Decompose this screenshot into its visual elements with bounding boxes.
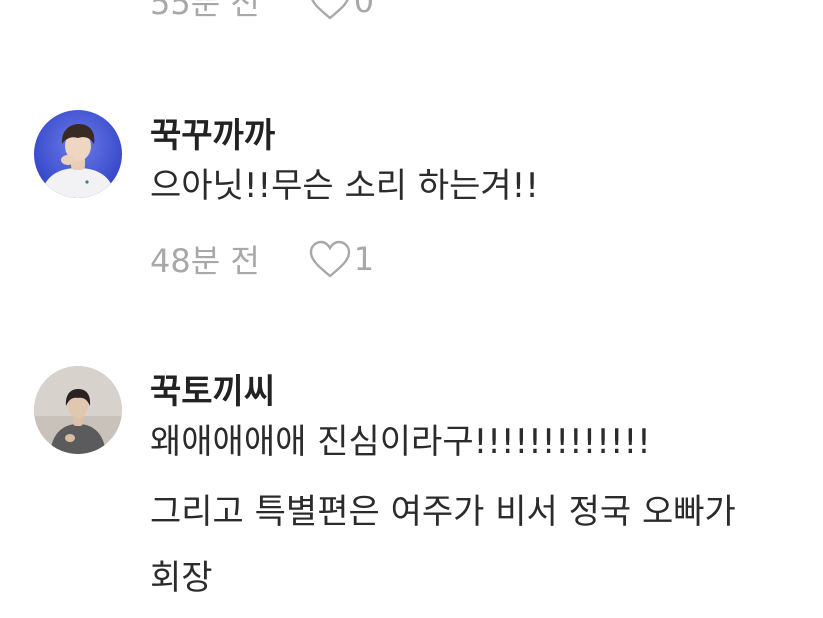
comment-meta: 48분 전 1 bbox=[150, 236, 374, 282]
avatar[interactable] bbox=[34, 366, 122, 454]
comment-time: 55분 전 bbox=[150, 0, 260, 22]
comment-username[interactable]: 꾹토끼씨 bbox=[150, 364, 275, 413]
comment-text-line: 회장 bbox=[150, 558, 213, 598]
comment-text-line: 왜애애애애 진심이라구!!!!!!!!!!!!! bbox=[150, 422, 651, 462]
comment-meta: 55분 전 0 bbox=[150, 0, 374, 24]
like-button[interactable]: 0 bbox=[308, 0, 374, 21]
heart-outline-icon bbox=[308, 0, 352, 21]
comment-time: 48분 전 bbox=[150, 242, 260, 280]
comment-text: 으아닛!!무슨 소리 하는겨!! bbox=[150, 166, 539, 206]
avatar[interactable] bbox=[34, 110, 122, 198]
like-button[interactable]: 1 bbox=[308, 239, 374, 279]
comment-list: 55분 전 0 꾹꾸까까 으아닛!!무슨 소리 하는겨!! 48분 전 1 꾹토… bbox=[0, 0, 823, 618]
like-count: 0 bbox=[353, 0, 375, 20]
heart-outline-icon bbox=[308, 239, 352, 279]
comment-username[interactable]: 꾹꾸까까 bbox=[150, 108, 275, 157]
like-count: 1 bbox=[353, 240, 375, 278]
comment-text-line: 그리고 특별편은 여주가 비서 정국 오빠가 bbox=[150, 492, 736, 532]
